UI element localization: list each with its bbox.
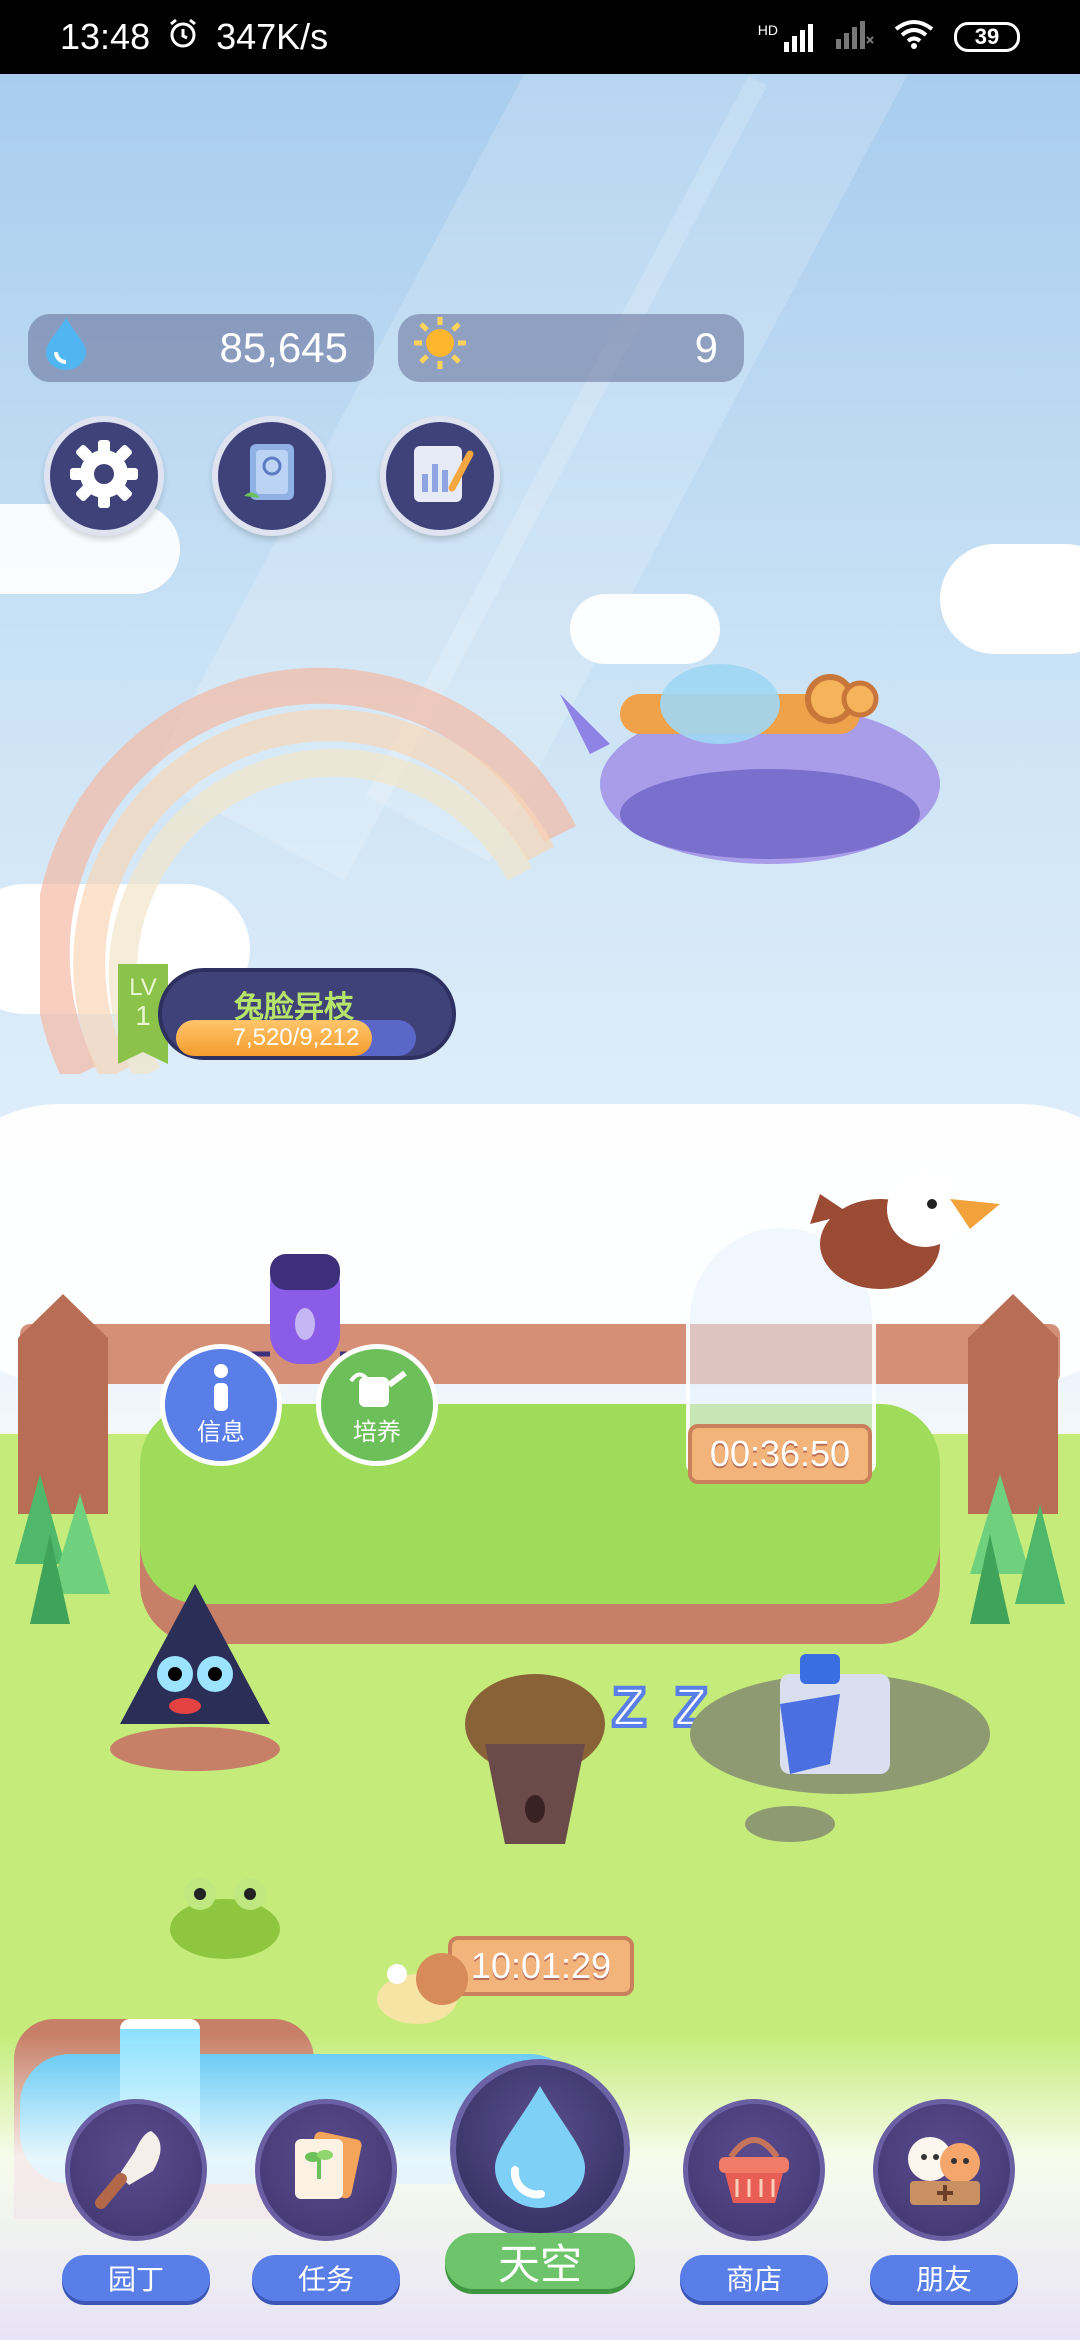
nav-gardener-label: 园丁 — [62, 2255, 210, 2301]
xp-progress-bar: 7,520/9,212 — [176, 1020, 416, 1056]
eagle-character[interactable] — [800, 1154, 1000, 1304]
plant-level-card[interactable]: LV 1 兔脸异枝 7,520/9,212 — [118, 964, 456, 1064]
dome-timer: 00:36:50 — [688, 1424, 872, 1484]
book-icon — [232, 434, 312, 519]
nav-friends-label: 朋友 — [870, 2255, 1018, 2301]
signal-hd-icon: HD — [758, 22, 814, 52]
nav-tasks[interactable]: 任务 — [252, 2099, 400, 2301]
info-button[interactable]: 信息 — [160, 1344, 282, 1466]
xp-progress-text: 7,520/9,212 — [232, 1024, 360, 1051]
water-value: 85,645 — [219, 324, 348, 371]
nav-tasks-circle — [255, 2099, 397, 2241]
nav-shop-circle — [683, 2099, 825, 2241]
nav-friends[interactable]: 朋友 — [870, 2099, 1018, 2301]
sun-value: 9 — [694, 324, 718, 371]
broken-machine[interactable] — [680, 1614, 1010, 1854]
sleeping-sprout[interactable] — [460, 1674, 610, 1854]
game-scene: 85,645 9 LV 1 兔脸异枝 7,520/9,212 信息 培养 00:… — [0, 74, 1080, 2340]
gear-icon — [64, 434, 144, 519]
basket-icon — [709, 2123, 799, 2218]
tree-cluster-right — [970, 1474, 1065, 1624]
water-drop-icon — [485, 2082, 595, 2217]
nav-sky-label: 天空 — [445, 2233, 635, 2289]
nav-gardener[interactable]: 园丁 — [62, 2099, 210, 2301]
status-bar: 13:48 347K/s HD 39 — [0, 0, 1080, 74]
info-icon — [201, 1363, 241, 1420]
network-speed: 347K/s — [216, 16, 329, 57]
clipboard-icon — [400, 434, 480, 519]
cloud — [940, 544, 1080, 654]
guide-book-button[interactable] — [212, 416, 332, 536]
nav-tasks-label: 任务 — [252, 2255, 400, 2301]
nav-sky[interactable]: 天空 — [445, 2059, 635, 2289]
water-counter: 85,645 — [28, 314, 374, 382]
whale-airship[interactable] — [500, 634, 950, 874]
friends-icon — [896, 2123, 992, 2218]
settings-button[interactable] — [44, 416, 164, 536]
alarm-icon — [166, 16, 200, 59]
sun-counter: 9 — [398, 314, 744, 382]
nav-shop-label: 商店 — [680, 2255, 828, 2301]
wifi-icon — [894, 16, 934, 58]
nav-gardener-circle — [65, 2099, 207, 2241]
snail-character[interactable] — [372, 1939, 482, 2029]
frog-character[interactable] — [160, 1864, 290, 1964]
level-body: 兔脸异枝 7,520/9,212 — [158, 968, 456, 1060]
signal-empty-icon — [834, 16, 874, 58]
cultivate-button[interactable]: 培养 — [316, 1344, 438, 1466]
hd-label: HD — [757, 22, 778, 38]
nav-friends-circle — [873, 2099, 1015, 2241]
task-cards-icon — [281, 2123, 371, 2218]
notes-button[interactable] — [380, 416, 500, 536]
water-drop-icon — [42, 316, 90, 380]
watering-can-icon — [345, 1365, 409, 1420]
status-time: 13:48 — [60, 16, 151, 57]
nav-shop[interactable]: 商店 — [680, 2099, 828, 2301]
dark-triangle-creature[interactable] — [100, 1574, 290, 1774]
nav-sky-circle — [450, 2059, 630, 2239]
sun-icon — [412, 315, 468, 381]
battery-icon: 39 — [954, 22, 1020, 52]
trowel-icon — [91, 2123, 181, 2218]
